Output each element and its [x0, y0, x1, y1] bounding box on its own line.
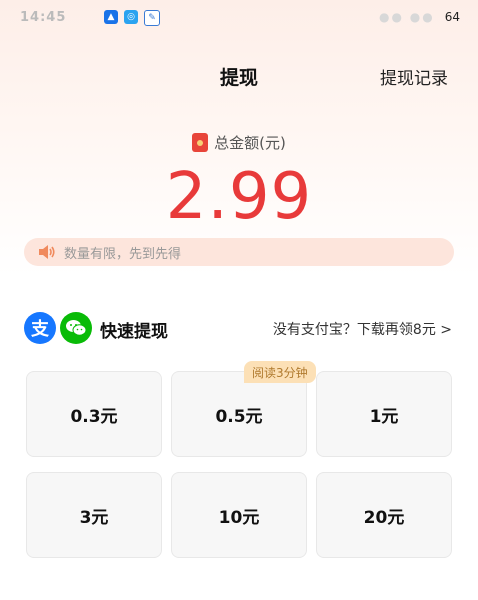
amount-option-20[interactable]: 20元 [316, 472, 452, 558]
quick-withdraw-row: 支 快速提现 没有支付宝？下载再领8元 > [24, 310, 454, 346]
quick-withdraw-title: 快速提现 [100, 322, 168, 342]
status-right-group: ●● ●● 64 [379, 10, 460, 24]
notification-app-icon: ✎ [144, 10, 160, 26]
status-bar: 14:45 ▲ ◎ ✎ ●● ●● 64 [0, 0, 478, 36]
notification-app-icon: ◎ [124, 10, 138, 24]
amount-option-0.3[interactable]: 0.3元 [26, 371, 162, 457]
notice-text: 数量有限，先到先得 [64, 246, 182, 262]
speaker-icon [38, 245, 56, 259]
notification-app-icon: ▲ [104, 10, 118, 24]
red-packet-icon [192, 133, 209, 152]
amount-option-0.5[interactable]: 0.5元 [171, 371, 307, 457]
status-time: 14:45 [20, 10, 67, 25]
balance-amount: 2.99 [165, 160, 313, 234]
reading-time-badge: 阅读3分钟 [244, 361, 316, 383]
withdraw-records-link[interactable]: 提现记录 [380, 64, 448, 89]
battery-level: 64 [444, 10, 460, 24]
amount-option-1[interactable]: 1元 [316, 371, 452, 457]
balance-label-row: 总金额(元) [0, 132, 478, 153]
amount-option-10[interactable]: 10元 [171, 472, 307, 558]
notice-bar: 数量有限，先到先得 [24, 238, 454, 266]
wechat-icon [60, 312, 92, 344]
balance-label: 总金额(元) [214, 134, 286, 152]
download-alipay-link[interactable]: 没有支付宝？下载再领8元 > [273, 319, 452, 339]
signal-icon: ●● ●● [379, 10, 435, 24]
alipay-icon: 支 [24, 312, 56, 344]
amount-option-3[interactable]: 3元 [26, 472, 162, 558]
